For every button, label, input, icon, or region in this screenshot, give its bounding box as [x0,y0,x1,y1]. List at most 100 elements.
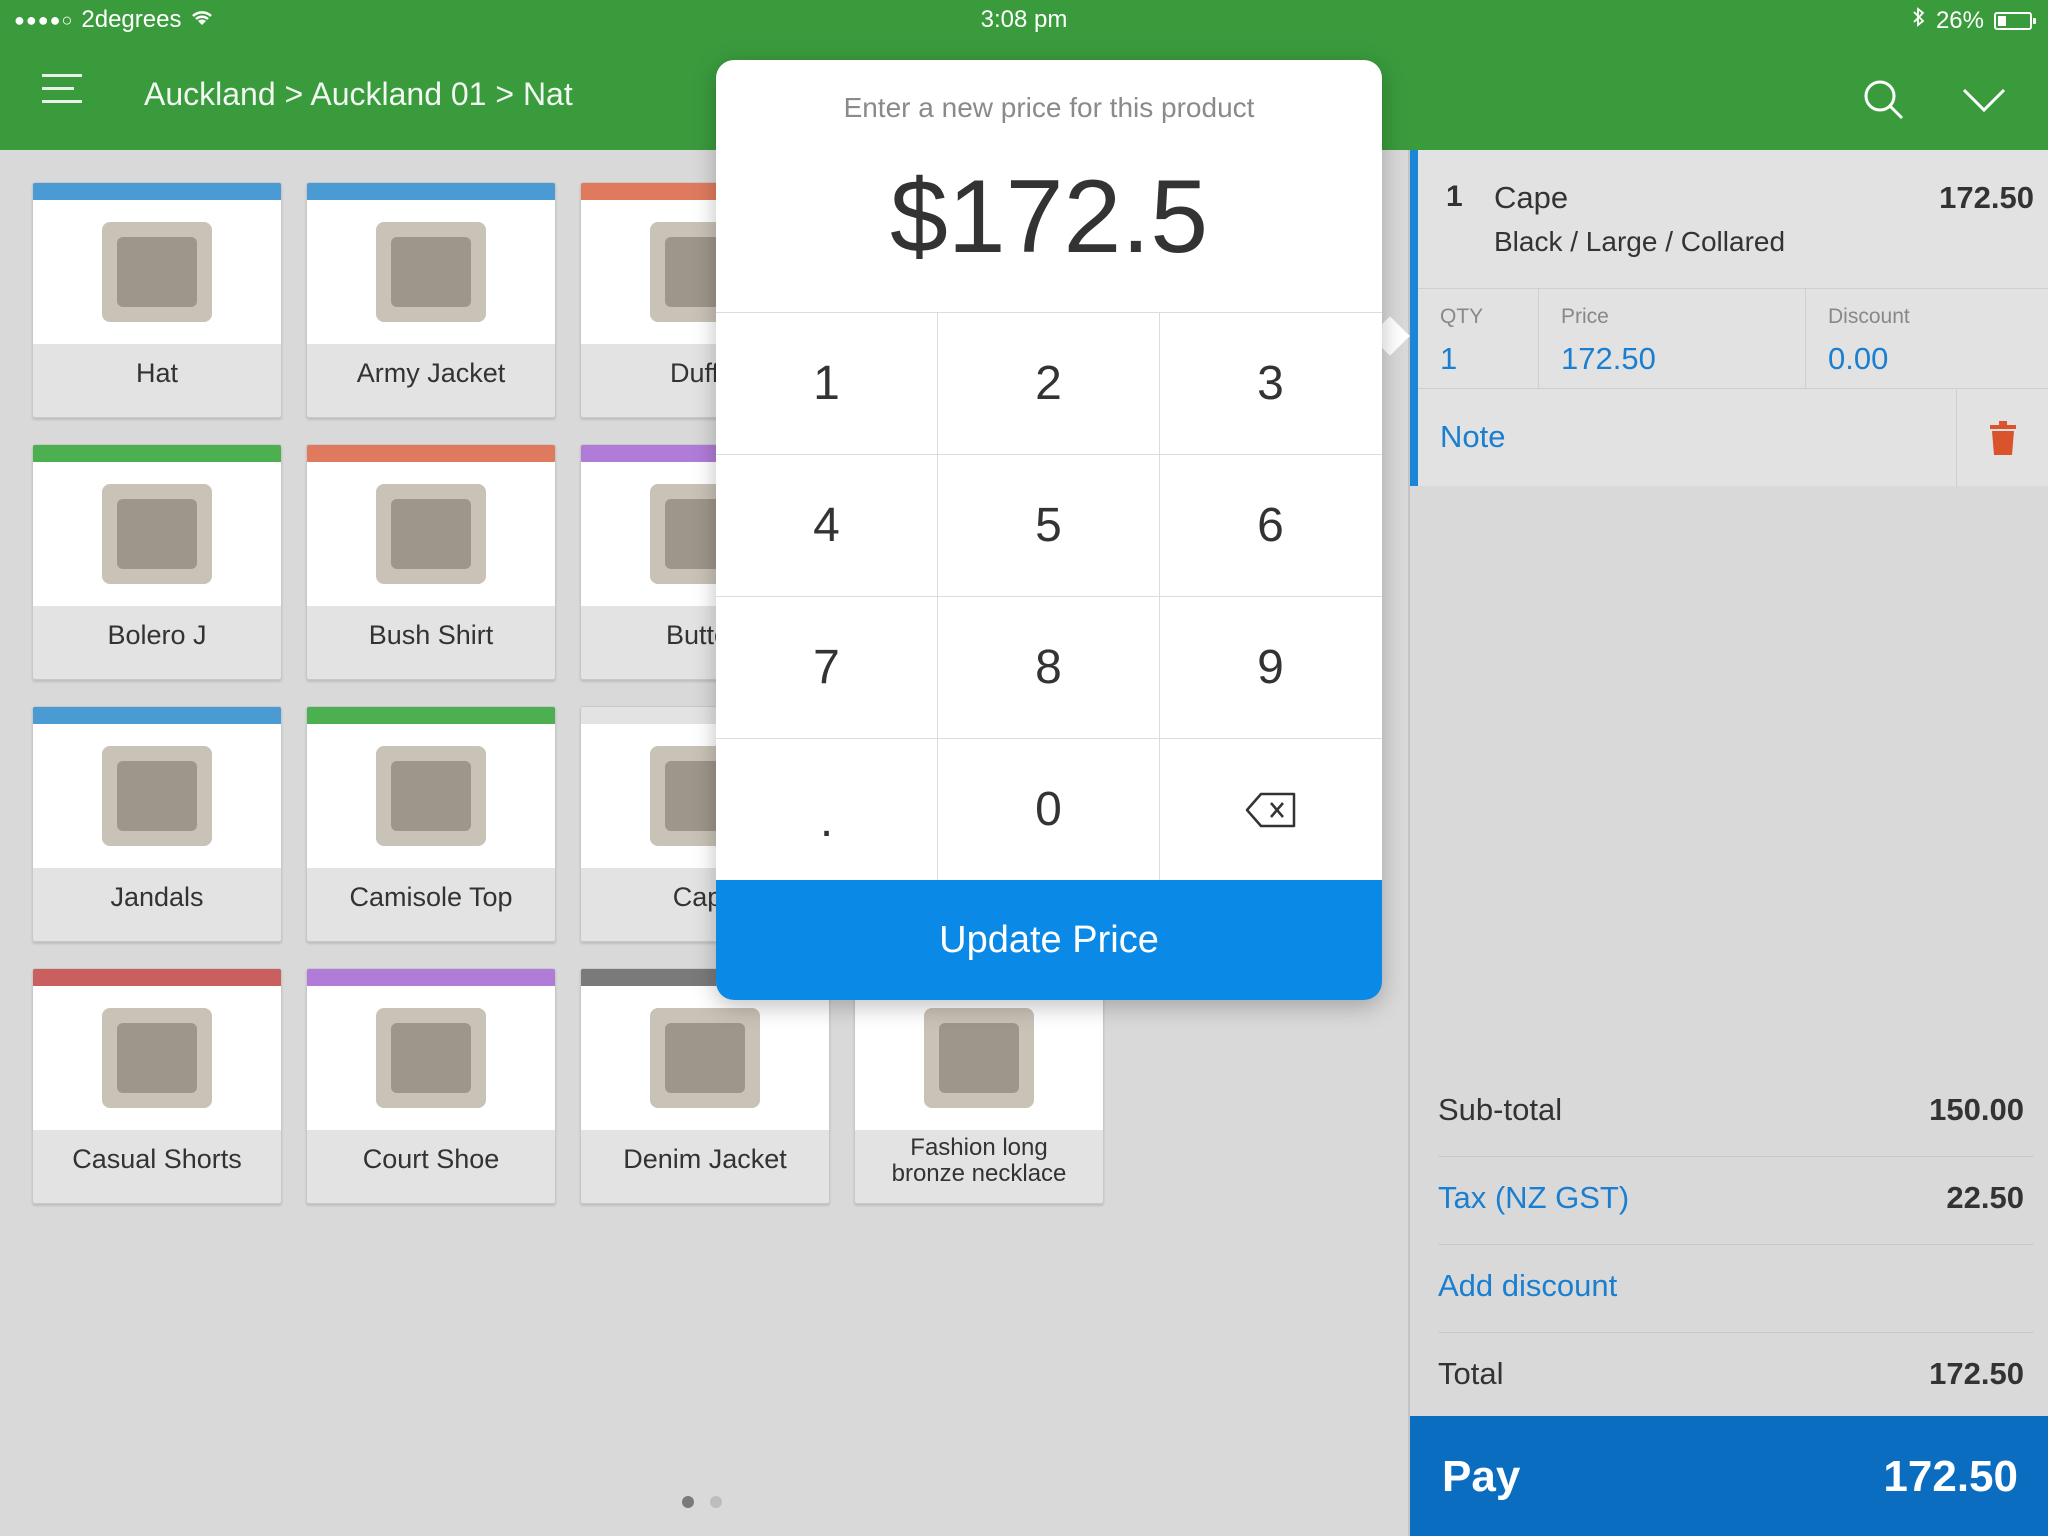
product-image [307,986,555,1130]
key-2[interactable]: 2 [938,313,1159,454]
menu-icon[interactable] [42,74,86,116]
page-dot-2[interactable] [710,1496,722,1508]
page-indicator[interactable] [682,1496,722,1508]
product-category-bar [307,445,555,462]
tax-value: 22.50 [1946,1180,2024,1215]
status-bar: ●●●●○ 2degrees 3:08 pm 26% [0,0,2048,40]
status-time: 3:08 pm [980,6,1068,33]
product-tile[interactable]: Casual Shorts [32,968,282,1204]
add-discount-row: Add discount [1438,1244,2034,1333]
key-1[interactable]: 1 [716,313,937,454]
discount-value: 0.00 [1828,341,1889,376]
note-row: Note [1418,388,2048,487]
status-right: 26% [1912,6,2036,35]
pay-button[interactable]: Pay 172.50 [1410,1416,2048,1536]
product-tile[interactable]: Jandals [32,706,282,942]
product-tile[interactable]: Bush Shirt [306,444,556,680]
product-name: Jandals [110,882,204,912]
key-8[interactable]: 8 [938,597,1159,738]
line-item-total: 172.50 [1939,180,2034,215]
key-0[interactable]: 0 [938,739,1159,880]
product-name: Casual Shorts [72,1144,242,1174]
key-4[interactable]: 4 [716,455,937,596]
product-tile[interactable]: Hat [32,182,282,418]
price-display: $172.5 [889,159,1209,275]
line-item-variant: Black / Large / Collared [1494,226,1786,257]
number-keypad: 1 2 3 4 5 6 7 8 9 . 0 [716,312,1382,881]
product-category-bar [33,445,281,462]
product-tile[interactable]: Camisole Top [306,706,556,942]
update-price-button[interactable]: Update Price [716,880,1382,1000]
tax-row: Tax (NZ GST) 22.50 [1438,1156,2034,1245]
product-tile[interactable]: Denim Jacket [580,968,830,1204]
product-name: Bolero J [107,620,207,650]
pay-label: Pay [1442,1452,1521,1501]
price-field[interactable]: Price 172.50 [1539,289,1805,389]
line-item-fields: QTY 1 Price 172.50 Discount 0.00 [1418,288,2048,389]
total-value: 172.50 [1929,1356,2024,1391]
chevron-down-icon[interactable] [1960,76,2008,124]
product-image [33,724,281,868]
discount-label: Discount [1828,305,1910,328]
qty-value: 1 [1440,341,1458,376]
product-tile[interactable]: Fashion long bronze necklace [854,968,1104,1204]
product-name: Bush Shirt [368,620,494,650]
keypad-divider [1159,313,1160,881]
key-9[interactable]: 9 [1160,597,1381,738]
trash-icon[interactable] [1956,389,2048,487]
battery-icon [1994,11,2036,30]
key-5[interactable]: 5 [938,455,1159,596]
product-name: Army Jacket [356,358,506,388]
search-icon[interactable] [1860,76,1908,124]
sale-line-item[interactable]: 1 Cape Black / Large / Collared 172.50 Q… [1410,150,2048,487]
product-tile[interactable]: Court Shoe [306,968,556,1204]
key-3[interactable]: 3 [1160,313,1381,454]
total-row: Total 172.50 [1438,1332,2034,1420]
subtotal-label: Sub-total [1438,1092,1563,1127]
product-category-bar [33,707,281,724]
pay-amount: 172.50 [1883,1452,2018,1501]
product-name: Hat [135,358,179,388]
product-image [581,986,829,1130]
product-image [33,462,281,606]
sale-panel: 1 Cape Black / Large / Collared 172.50 Q… [1410,150,2048,1536]
keypad-divider [716,454,1382,455]
price-popover: Enter a new price for this product $172.… [716,60,1382,1000]
product-image [307,200,555,344]
total-label: Total [1438,1356,1504,1391]
product-tile[interactable]: Bolero J [32,444,282,680]
popover-title: Enter a new price for this product [843,92,1255,123]
price-label: Price [1561,305,1609,328]
product-image [33,200,281,344]
product-category-bar [307,183,555,200]
discount-field[interactable]: Discount 0.00 [1806,289,2048,389]
product-category-bar [307,969,555,986]
key-7[interactable]: 7 [716,597,937,738]
product-category-bar [33,969,281,986]
tax-link[interactable]: Tax (NZ GST) [1438,1180,1629,1216]
battery-percent: 26% [1935,6,1984,34]
subtotal-value: 150.00 [1929,1092,2024,1127]
backspace-icon [1245,792,1295,827]
breadcrumb[interactable]: Auckland > Auckland 01 > Nat [144,76,573,113]
note-link[interactable]: Note [1440,419,1505,455]
keypad-divider [716,596,1382,597]
product-image [307,724,555,868]
product-tile[interactable]: Army Jacket [306,182,556,418]
product-name: Fashion long bronze necklace [891,1134,1067,1187]
product-category-bar [33,183,281,200]
bluetooth-icon [1912,6,1926,35]
product-category-bar [307,707,555,724]
page-dot-1[interactable] [682,1496,694,1508]
backspace-key[interactable] [1160,739,1381,880]
product-image [307,462,555,606]
line-item-name: Cape [1494,180,1569,215]
key-6[interactable]: 6 [1160,455,1381,596]
qty-field[interactable]: QTY 1 [1418,289,1538,389]
keypad-divider [716,738,1382,739]
key-decimal[interactable]: . [716,739,937,880]
subtotal-row: Sub-total 150.00 [1438,1068,2034,1157]
price-value: 172.50 [1561,341,1656,376]
product-name: Camisole Top [349,882,513,912]
add-discount-link[interactable]: Add discount [1438,1268,1617,1304]
